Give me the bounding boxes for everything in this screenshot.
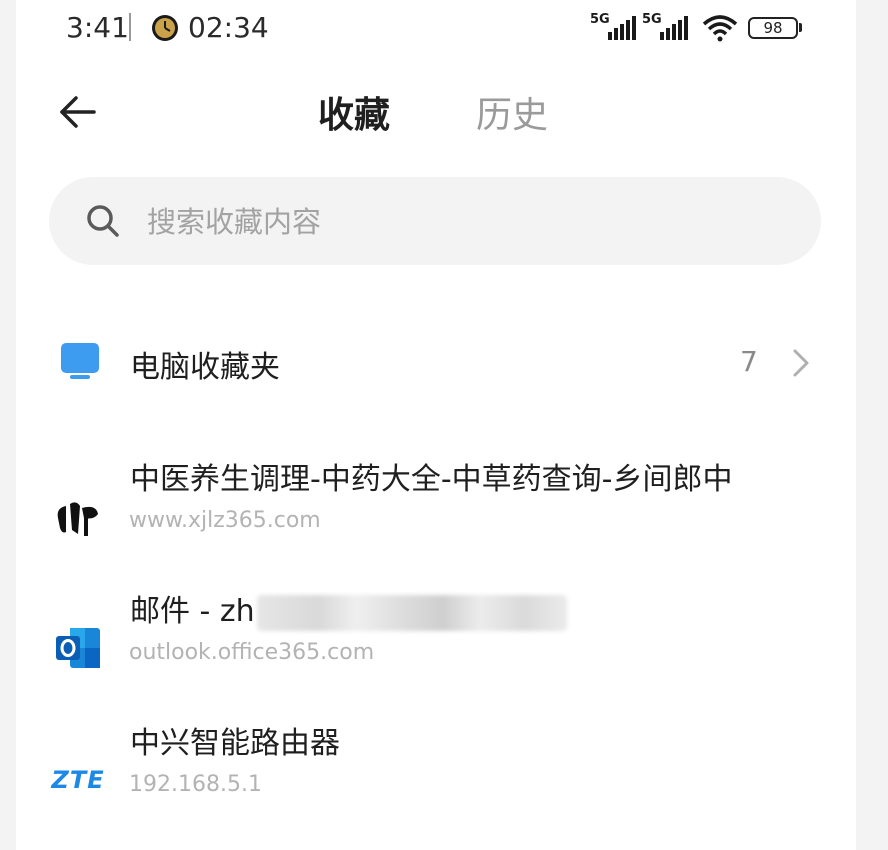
tab-favorites[interactable]: 收藏 xyxy=(318,86,390,138)
back-arrow-icon[interactable] xyxy=(56,90,100,134)
search-input[interactable] xyxy=(145,197,789,247)
status-bar: 3:41 02:34 5G 5G 98 xyxy=(16,0,856,56)
bookmark-title: 邮件 - zh xyxy=(130,586,567,631)
battery-tip xyxy=(799,23,802,32)
bookmark-url: outlook.office365.com xyxy=(129,640,375,665)
status-clock-time: 02:34 xyxy=(188,11,269,44)
bookmark-item[interactable]: 邮件 - zh outlook.office365.com xyxy=(16,586,856,696)
network-type-2: 5G xyxy=(642,12,662,27)
chevron-right-icon xyxy=(793,349,809,377)
bookmark-title: 中兴智能路由器 xyxy=(130,726,340,761)
favorites-screen: 3:41 02:34 5G 5G 98 收藏 历史 搜索收藏内容 电脑收藏夹 7… xyxy=(16,0,856,850)
search-icon xyxy=(87,205,119,237)
clock-icon xyxy=(152,15,178,41)
battery-level: 98 xyxy=(763,19,783,37)
folder-label: 电脑收藏夹 xyxy=(130,350,280,385)
zte-logo-icon: ZTE xyxy=(51,754,105,806)
bookmark-url: www.xjlz365.com xyxy=(129,508,321,533)
search-bar[interactable] xyxy=(49,177,821,265)
battery-icon: 98 xyxy=(748,17,798,39)
bookmark-title: 中医养生调理-中药大全-中草药查询-乡间郎中 xyxy=(130,462,733,497)
network-type-1: 5G xyxy=(590,12,610,27)
folder-count: 7 xyxy=(740,345,758,378)
xjlz-logo-icon xyxy=(57,502,98,536)
outlook-icon xyxy=(56,628,100,668)
wifi-icon xyxy=(702,15,738,42)
signal-icon: 5G xyxy=(590,12,638,42)
bookmark-url: 192.168.5.1 xyxy=(129,772,262,797)
bookmark-item[interactable]: 中医养生调理-中药大全-中草药查询-乡间郎中 www.xjlz365.com xyxy=(16,454,856,564)
monitor-icon xyxy=(61,343,99,379)
zte-logo-text: ZTE xyxy=(51,766,105,794)
tab-history[interactable]: 历史 xyxy=(476,86,548,138)
bookmark-title-text: 邮件 - zh xyxy=(130,594,255,629)
redacted-email xyxy=(256,594,567,631)
bookmark-item[interactable]: ZTE 中兴智能路由器 192.168.5.1 xyxy=(16,718,856,828)
signal-icon-2: 5G xyxy=(642,12,690,42)
status-time: 3:41 xyxy=(66,11,129,44)
folder-desktop-bookmarks[interactable]: 电脑收藏夹 7 xyxy=(16,320,856,406)
status-separator xyxy=(129,13,131,41)
